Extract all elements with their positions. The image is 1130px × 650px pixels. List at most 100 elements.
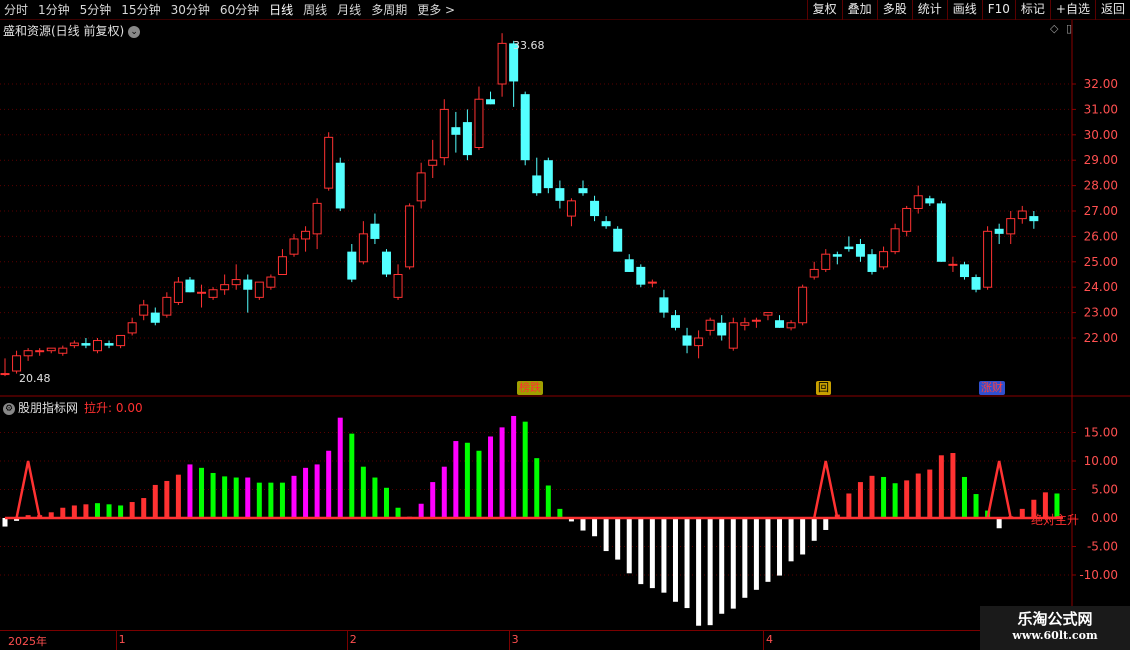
indicator-bar bbox=[187, 464, 193, 518]
candle-body bbox=[983, 230, 993, 288]
indicator-bar bbox=[938, 455, 944, 518]
indicator-bar bbox=[765, 518, 771, 582]
candle-body bbox=[786, 322, 796, 329]
price-tick-label: 26.00 bbox=[1084, 229, 1118, 243]
indicator-bar bbox=[661, 518, 667, 593]
candle-body bbox=[231, 279, 241, 286]
price-tick-label: 27.00 bbox=[1084, 204, 1118, 218]
diamond-icon[interactable]: ◇ bbox=[1050, 22, 1058, 35]
indicator-bar bbox=[2, 518, 8, 527]
signal-badge-hui[interactable]: 回 bbox=[816, 381, 831, 395]
indicator-bar bbox=[511, 415, 517, 518]
period-tab-7[interactable]: 周线 bbox=[299, 1, 333, 18]
period-tab-4[interactable]: 30分钟 bbox=[167, 1, 216, 18]
stock-title: 盛和资源(日线 前复权) ⌄ bbox=[3, 22, 141, 39]
candle-body bbox=[959, 264, 969, 278]
candle-body bbox=[647, 281, 657, 284]
indicator-tick-label: 0.00 bbox=[1091, 511, 1118, 525]
indicator-bar bbox=[915, 473, 921, 518]
toolbar-button-0[interactable]: 复权 bbox=[806, 0, 842, 20]
candle-body bbox=[393, 274, 403, 298]
toolbar-button-1[interactable]: 叠加 bbox=[841, 0, 877, 20]
toolbar-button-8[interactable]: 返回 bbox=[1094, 0, 1130, 20]
indicator-bar bbox=[592, 518, 598, 537]
indicator-bar bbox=[950, 453, 956, 518]
candle-body bbox=[405, 205, 415, 268]
period-tab-8[interactable]: 月线 bbox=[333, 1, 367, 18]
indicator-bar bbox=[291, 475, 297, 518]
period-tab-5[interactable]: 60分钟 bbox=[216, 1, 265, 18]
toolbar-button-7[interactable]: +自选 bbox=[1049, 0, 1095, 20]
period-tab-1[interactable]: 1分钟 bbox=[34, 1, 76, 18]
date-separator bbox=[115, 631, 117, 650]
toolbar-button-2[interactable]: 多股 bbox=[876, 0, 912, 20]
indicator-bar bbox=[210, 472, 216, 518]
date-tick-label: 2 bbox=[349, 633, 357, 646]
candle-body bbox=[23, 350, 33, 357]
price-tick-label: 29.00 bbox=[1084, 153, 1118, 167]
candle-body bbox=[555, 188, 565, 201]
period-tab-10[interactable]: 更多 > bbox=[413, 1, 461, 18]
indicator-bar bbox=[719, 518, 725, 614]
indicator-bar bbox=[430, 482, 436, 518]
candle-body bbox=[301, 230, 311, 240]
period-tab-6[interactable]: 日线 bbox=[265, 1, 299, 18]
candle-body bbox=[347, 251, 357, 280]
candle-body bbox=[208, 289, 218, 298]
indicator-bar bbox=[753, 518, 759, 590]
indicator-bar bbox=[684, 518, 690, 609]
indicator-bar bbox=[545, 485, 551, 518]
candle-body bbox=[601, 221, 611, 227]
indicator-bar bbox=[60, 507, 66, 518]
indicator-name: 股朋指标网 bbox=[18, 401, 79, 415]
candle-body bbox=[751, 319, 761, 322]
price-tick-label: 30.00 bbox=[1084, 128, 1118, 142]
candle-body bbox=[798, 286, 808, 324]
toolbar-button-4[interactable]: 画线 bbox=[946, 0, 982, 20]
candle-body bbox=[185, 279, 195, 293]
date-tick-label: 2025年 bbox=[8, 635, 47, 648]
indicator-bar bbox=[383, 487, 389, 518]
period-tab-3[interactable]: 15分钟 bbox=[117, 1, 166, 18]
price-tick-label: 25.00 bbox=[1084, 255, 1118, 269]
toolbar-button-3[interactable]: 统计 bbox=[911, 0, 947, 20]
indicator-bar bbox=[83, 504, 89, 518]
indicator-bar bbox=[961, 476, 967, 518]
toolbar-button-6[interactable]: 标记 bbox=[1014, 0, 1050, 20]
candle-body bbox=[150, 312, 160, 323]
candle-body bbox=[832, 254, 842, 257]
indicator-bar bbox=[464, 442, 470, 518]
candle-body bbox=[844, 246, 854, 250]
candle-body bbox=[520, 94, 530, 161]
kline-chart[interactable]: 32.00 31.00 30.00 29.00 28.00 27.00 26.00 25.00… bbox=[0, 20, 1130, 630]
candle-body bbox=[173, 281, 183, 303]
grid-layer: 32.00 31.00 30.00 29.00 28.00 27.00 26.00 25.00… bbox=[0, 20, 1130, 630]
indicator-bar bbox=[372, 477, 378, 518]
date-separator bbox=[346, 631, 348, 650]
signal-badge-zhangcai[interactable]: 涨财 bbox=[979, 381, 1005, 395]
indicator-bar bbox=[152, 484, 158, 518]
candle-body bbox=[277, 256, 287, 276]
period-tab-9[interactable]: 多周期 bbox=[367, 1, 413, 18]
candle-body bbox=[590, 200, 600, 217]
indicator-bar bbox=[175, 474, 181, 518]
candle-body bbox=[127, 322, 137, 334]
toolbar-button-5[interactable]: F10 bbox=[981, 0, 1015, 20]
period-tab-0[interactable]: 分时 bbox=[0, 1, 34, 18]
date-tick-label: 1 bbox=[118, 633, 126, 646]
indicator-tick-label: -10.00 bbox=[1079, 568, 1118, 582]
indicator-bar bbox=[222, 476, 228, 518]
signal-badge-bangdie[interactable]: 榜跌 bbox=[517, 381, 543, 395]
window-icon[interactable]: ▯ bbox=[1066, 22, 1072, 35]
indicator-bar bbox=[811, 518, 817, 541]
candle-body bbox=[358, 233, 368, 263]
indicator-bar bbox=[129, 502, 135, 518]
candle-body bbox=[104, 343, 114, 346]
signal-spike bbox=[812, 460, 839, 519]
candle-body bbox=[254, 281, 264, 298]
candle-body bbox=[936, 203, 946, 262]
candle-body bbox=[312, 202, 322, 235]
chevron-down-icon[interactable]: ⌄ bbox=[128, 26, 141, 38]
gear-icon[interactable]: ⚙ bbox=[3, 403, 15, 415]
period-tab-2[interactable]: 5分钟 bbox=[76, 1, 118, 18]
